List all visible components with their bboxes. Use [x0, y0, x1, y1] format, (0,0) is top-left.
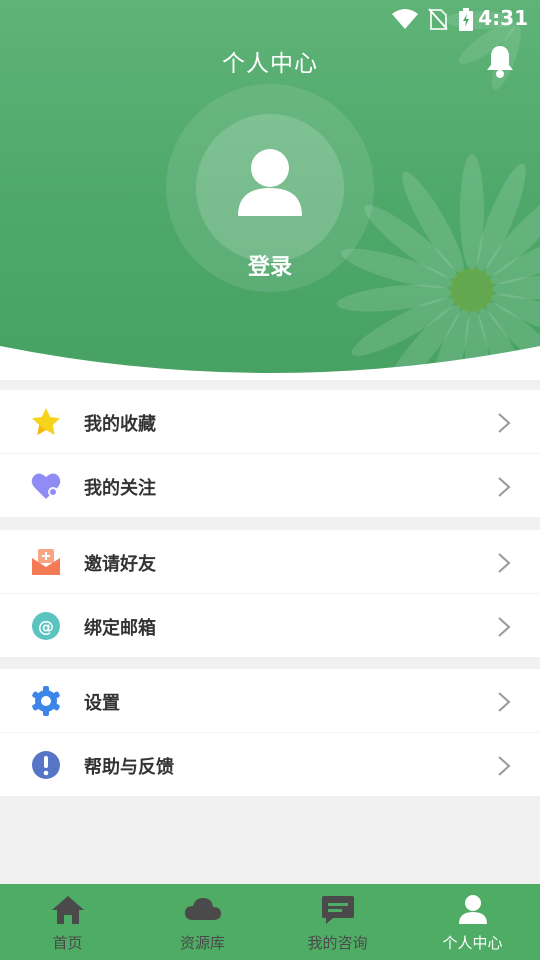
menu-item-label: 帮助与反馈 — [84, 757, 174, 778]
tab-profile[interactable]: 个人中心 — [405, 884, 540, 960]
menu-item-label: 我的收藏 — [84, 414, 156, 435]
cloud-icon — [184, 898, 221, 920]
chevron-right-icon — [498, 692, 511, 712]
exclamation-icon — [32, 751, 60, 779]
menu-item-settings[interactable]: 设置 — [0, 669, 540, 733]
heart-icon — [31, 473, 61, 499]
tab-label: 个人中心 — [442, 934, 503, 952]
menu-item-favorites[interactable]: 我的收藏 — [0, 390, 540, 454]
wifi-icon — [392, 9, 418, 29]
tab-resources[interactable]: 资源库 — [135, 884, 270, 960]
menu-item-label: 我的关注 — [84, 478, 156, 499]
tab-label: 资源库 — [179, 934, 225, 952]
person-icon — [458, 895, 487, 924]
menu-item-label: 邀请好友 — [84, 554, 156, 575]
status-time: 4:31 — [478, 6, 528, 30]
envelope-icon — [32, 549, 60, 575]
battery-charging-icon — [459, 8, 473, 31]
chevron-right-icon — [498, 756, 511, 776]
at-icon: @ — [32, 612, 60, 640]
menu-item-invite[interactable]: 邀请好友 — [0, 530, 540, 594]
bell-icon[interactable] — [484, 44, 516, 78]
gear-icon — [32, 686, 60, 716]
chevron-right-icon — [498, 617, 511, 637]
svg-text:@: @ — [38, 617, 54, 636]
home-icon — [51, 896, 84, 924]
menu-group-3: 设置 帮助与反馈 — [0, 669, 540, 796]
tab-label: 我的咨询 — [307, 934, 368, 952]
tab-home[interactable]: 首页 — [0, 884, 135, 960]
chevron-right-icon — [498, 553, 511, 573]
profile-header: 4:31 个人中心 登录 — [0, 0, 540, 380]
tab-consultation[interactable]: 我的咨询 — [270, 884, 405, 960]
menu-item-following[interactable]: 我的关注 — [0, 454, 540, 517]
menu-item-help[interactable]: 帮助与反馈 — [0, 733, 540, 796]
avatar-person-icon — [238, 149, 302, 216]
tab-label: 首页 — [52, 934, 83, 952]
menu-group-1: 我的收藏 我的关注 — [0, 390, 540, 517]
menu-item-label: 绑定邮箱 — [84, 618, 156, 639]
avatar — [196, 114, 344, 262]
star-icon — [32, 408, 60, 435]
menu-group-2: 邀请好友 @ 绑定邮箱 — [0, 530, 540, 657]
no-sim-icon — [428, 8, 448, 30]
page-title: 个人中心 — [222, 51, 318, 77]
menu-item-bind-email[interactable]: @ 绑定邮箱 — [0, 594, 540, 657]
menu-item-label: 设置 — [84, 693, 120, 714]
chevron-right-icon — [498, 477, 511, 497]
chevron-right-icon — [498, 413, 511, 433]
bottom-tab-bar: 首页 资源库 我的咨询 个人中心 — [0, 884, 540, 960]
status-bar: 4:31 — [0, 0, 540, 36]
login-button[interactable]: 登录 — [0, 249, 540, 281]
chat-icon — [321, 896, 354, 924]
